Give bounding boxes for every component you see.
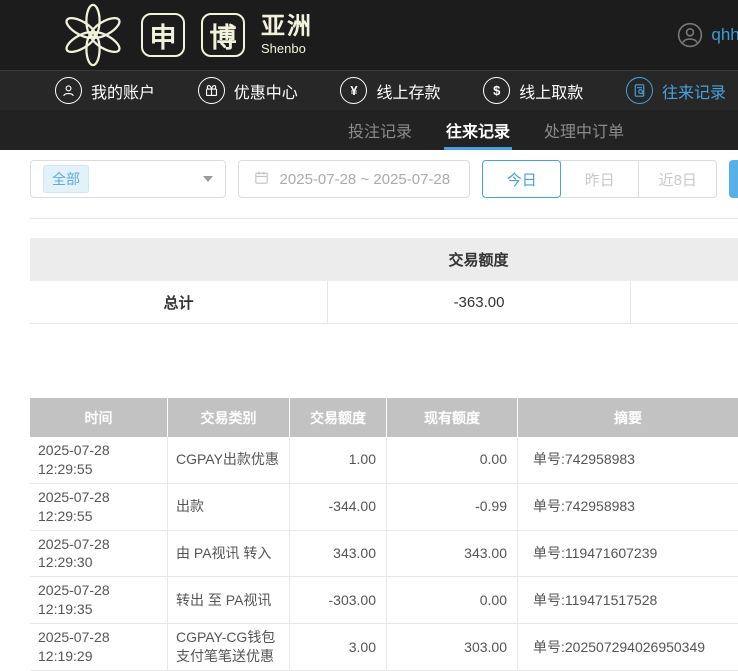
today-button[interactable]: 今日 <box>482 160 561 198</box>
col-header-amount: 交易额度 <box>290 398 387 437</box>
cell-balance: -0.99 <box>387 484 518 530</box>
nav-item-deposit[interactable]: ¥ 线上存款 <box>340 77 440 104</box>
tab-betting-records[interactable]: 投注记录 <box>348 110 412 150</box>
cell-type: 转出 至 PA视讯 <box>168 577 290 623</box>
type-select[interactable]: 全部 <box>30 160 226 198</box>
nav-item-withdraw[interactable]: $ 线上取款 <box>483 77 583 104</box>
cell-summary: 单号:119471607239 <box>518 531 738 577</box>
summary-table: 交易额度 总计 -363.00 <box>30 238 738 324</box>
last-8-days-button[interactable]: 近8日 <box>638 160 717 198</box>
section-divider <box>30 218 738 219</box>
summary-total-label: 总计 <box>30 281 327 323</box>
cell-summary: 单号:202507294026950349 <box>518 624 738 670</box>
cell-amount: -344.00 <box>290 484 387 530</box>
summary-total-value: -363.00 <box>327 281 630 323</box>
nav-label: 优惠中心 <box>234 79 298 103</box>
nav-item-promotions[interactable]: 优惠中心 <box>198 77 298 104</box>
user-area[interactable]: qhhw <box>677 0 738 70</box>
type-select-value: 全部 <box>43 165 89 193</box>
date-range-value: 2025-07-28 ~ 2025-07-28 <box>280 171 451 188</box>
nav-label: 线上存款 <box>376 79 440 103</box>
cell-time: 2025-07-28 12:29:30 <box>30 531 168 577</box>
cell-amount: 3.00 <box>290 624 387 670</box>
cell-summary: 单号:119471517528 <box>518 577 738 623</box>
cell-time: 2025-07-28 12:19:29 <box>30 624 168 670</box>
tab-transaction-records[interactable]: 往来记录 <box>446 110 510 150</box>
nav-label: 往来记录 <box>662 79 726 103</box>
nav-item-my-account[interactable]: 我的账户 <box>55 77 155 104</box>
cell-type: 由 PA视讯 转入 <box>168 531 290 577</box>
nav-label: 我的账户 <box>91 79 155 103</box>
cell-summary: 单号:742958983 <box>518 484 738 530</box>
withdraw-icon: $ <box>483 77 510 104</box>
summary-total-empty <box>630 281 738 323</box>
col-header-summary: 摘要 <box>518 398 738 437</box>
logo-region: 亚洲 <box>261 15 313 39</box>
cell-balance: 0.00 <box>387 577 518 623</box>
tab-processing-orders[interactable]: 处理中订单 <box>544 110 624 150</box>
table-row: 2025-07-28 12:19:35 转出 至 PA视讯 -303.00 0.… <box>30 577 738 624</box>
summary-header-row: 交易额度 <box>30 238 738 281</box>
table-row: 2025-07-28 12:29:55 出款 -344.00 -0.99 单号:… <box>30 484 738 531</box>
cell-amount: -303.00 <box>290 577 387 623</box>
cell-time: 2025-07-28 12:29:55 <box>30 437 168 483</box>
col-header-balance: 现有额度 <box>387 398 518 437</box>
logo-char-1: 申 <box>141 13 185 57</box>
cell-balance: 303.00 <box>387 624 518 670</box>
search-button[interactable] <box>729 160 738 198</box>
main-nav: 我的账户 优惠中心 ¥ 线上存款 $ 线上取款 往来记录 <box>0 70 738 110</box>
table-row: 2025-07-28 12:19:29 CGPAY-CG钱包支付笔笔送优惠 3.… <box>30 624 738 671</box>
transactions-table: 时间 交易类别 交易额度 现有额度 摘要 2025-07-28 12:29:55… <box>30 398 738 671</box>
gift-icon <box>198 77 225 104</box>
cell-amount: 1.00 <box>290 437 387 483</box>
quick-date-buttons: 今日 昨日 近8日 <box>482 160 717 198</box>
deposit-icon: ¥ <box>340 77 367 104</box>
col-header-type: 交易类别 <box>168 398 290 437</box>
table-row: 2025-07-28 12:29:55 CGPAY出款优惠 1.00 0.00 … <box>30 437 738 484</box>
summary-header-amount: 交易额度 <box>327 249 630 270</box>
table-header-row: 时间 交易类别 交易额度 现有额度 摘要 <box>30 398 738 437</box>
username[interactable]: qhhw <box>711 25 738 45</box>
cell-time: 2025-07-28 12:19:35 <box>30 577 168 623</box>
cell-type: 出款 <box>168 484 290 530</box>
col-header-time: 时间 <box>30 398 168 437</box>
top-header: 申 博 亚洲 Shenbo qhhw <box>0 0 738 70</box>
cell-amount: 343.00 <box>290 531 387 577</box>
avatar-icon <box>677 22 703 48</box>
cell-summary: 单号:742958983 <box>518 437 738 483</box>
records-tab-bar: 投注记录 往来记录 处理中订单 <box>0 110 738 150</box>
logo-en: Shenbo <box>261 42 313 55</box>
calendar-icon <box>253 169 270 190</box>
cell-time: 2025-07-28 12:29:55 <box>30 484 168 530</box>
flower-icon <box>55 3 131 67</box>
cell-balance: 0.00 <box>387 437 518 483</box>
chevron-down-icon <box>203 176 213 182</box>
logo-char-2: 博 <box>201 13 245 57</box>
table-row: 2025-07-28 12:29:30 由 PA视讯 转入 343.00 343… <box>30 531 738 578</box>
records-icon <box>626 77 653 104</box>
user-icon <box>55 77 82 104</box>
logo-text: 亚洲 Shenbo <box>261 15 313 55</box>
brand-logo[interactable]: 申 博 亚洲 Shenbo <box>55 3 313 67</box>
summary-total-row: 总计 -363.00 <box>30 281 738 324</box>
nav-label: 线上取款 <box>519 79 583 103</box>
filter-row: 全部 2025-07-28 ~ 2025-07-28 今日 昨日 近8日 <box>30 160 738 198</box>
cell-type: CGPAY出款优惠 <box>168 437 290 483</box>
cell-balance: 343.00 <box>387 531 518 577</box>
cell-type: CGPAY-CG钱包支付笔笔送优惠 <box>168 624 290 670</box>
date-range-picker[interactable]: 2025-07-28 ~ 2025-07-28 <box>238 160 471 198</box>
nav-item-records[interactable]: 往来记录 <box>626 77 726 104</box>
yesterday-button[interactable]: 昨日 <box>560 160 639 198</box>
